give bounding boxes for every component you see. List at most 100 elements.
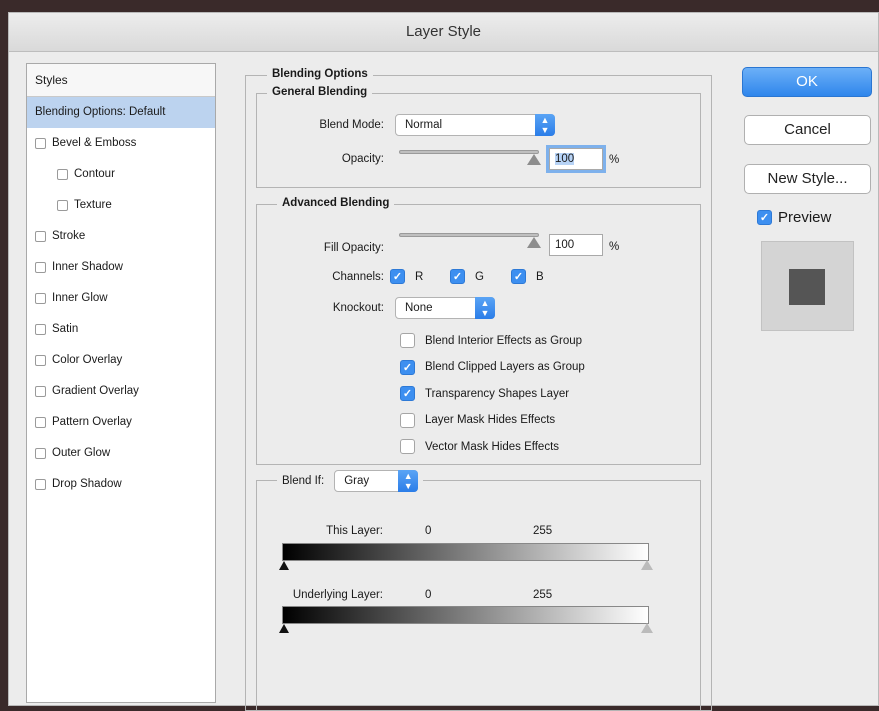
blend-mode-value: Normal (405, 119, 443, 131)
style-checkbox[interactable] (35, 138, 46, 149)
advanced-option[interactable]: ✓ Transparency Shapes Layer (400, 386, 569, 401)
this-layer-gradient (282, 543, 649, 561)
general-blending-group: General Blending Blend Mode: Normal ▲ ▼ O… (256, 86, 701, 188)
preview-swatch (789, 269, 825, 305)
advanced-option-label: Blend Clipped Layers as Group (425, 361, 585, 373)
advanced-option-checkbox[interactable]: ✓ (400, 359, 415, 375)
knockout-value: None (405, 302, 433, 314)
preview-checkbox[interactable]: ✓ (757, 210, 772, 225)
underlying-layer-gradient (282, 606, 649, 624)
channel-b[interactable]: ✓ B (511, 269, 544, 284)
styles-list: Blending Options: Default Bevel & Emboss C… (27, 97, 215, 500)
this-layer-black-slider[interactable] (279, 561, 289, 570)
opacity-label: Opacity: (341, 153, 384, 165)
opacity-unit: % (609, 154, 620, 166)
channel-g-checkbox[interactable]: ✓ (450, 269, 465, 284)
channel-b-checkbox[interactable]: ✓ (511, 269, 526, 284)
layer-style-dialog: Layer Style Styles Blending Options: Def… (8, 12, 879, 711)
style-item[interactable]: Stroke (27, 221, 215, 252)
channels-label: Channels: (332, 271, 384, 283)
style-checkbox[interactable] (35, 448, 46, 459)
style-item[interactable]: Texture (27, 190, 215, 221)
channel-r-checkbox[interactable]: ✓ (390, 269, 405, 284)
general-blending-title: General Blending (267, 86, 373, 98)
blend-if-select[interactable]: Gray ▲ ▼ (334, 470, 419, 492)
style-checkbox[interactable] (35, 417, 46, 428)
advanced-option-checkbox[interactable]: ✓ (400, 386, 415, 401)
advanced-option[interactable]: ✓ Blend Clipped Layers as Group (400, 359, 585, 375)
channel-g[interactable]: ✓ G (450, 269, 484, 284)
style-item-label: Contour (74, 168, 115, 180)
advanced-option[interactable]: Layer Mask Hides Effects (400, 412, 555, 428)
fill-opacity-slider[interactable] (399, 233, 539, 237)
style-checkbox[interactable] (57, 200, 68, 211)
styles-panel: Styles Blending Options: Default Bevel & … (26, 63, 216, 703)
fill-opacity-slider-thumb[interactable] (527, 237, 541, 248)
style-item[interactable]: Gradient Overlay (27, 376, 215, 407)
blending-options-title: Blending Options (267, 68, 373, 80)
underlying-min: 0 (425, 589, 432, 601)
style-item[interactable]: Bevel & Emboss (27, 128, 215, 159)
styles-header[interactable]: Styles (27, 64, 215, 97)
style-item-label: Drop Shadow (52, 478, 122, 490)
style-checkbox[interactable] (35, 231, 46, 242)
style-item[interactable]: Inner Glow (27, 283, 215, 314)
style-item-label: Pattern Overlay (52, 416, 132, 428)
style-item[interactable]: Contour (27, 159, 215, 190)
cancel-button[interactable]: Cancel (744, 115, 871, 145)
style-item-label: Color Overlay (52, 354, 123, 366)
fill-opacity-input[interactable]: 100 (549, 234, 603, 256)
this-layer-white-slider[interactable] (641, 560, 653, 570)
advanced-option[interactable]: Vector Mask Hides Effects (400, 439, 559, 454)
ok-button[interactable]: OK (742, 67, 872, 97)
opacity-input[interactable]: 100 (546, 145, 606, 173)
style-checkbox[interactable] (35, 293, 46, 304)
style-checkbox[interactable] (35, 262, 46, 273)
blend-mode-select[interactable]: Normal ▲ ▼ (395, 114, 555, 136)
underlying-black-slider[interactable] (279, 624, 289, 633)
style-item[interactable]: Pattern Overlay (27, 407, 215, 438)
style-checkbox[interactable] (35, 479, 46, 490)
fill-opacity-unit: % (609, 241, 620, 253)
style-item-label: Blending Options: Default (35, 106, 166, 118)
blend-mode-label: Blend Mode: (319, 119, 384, 131)
style-checkbox[interactable] (35, 386, 46, 397)
underlying-white-slider[interactable] (641, 623, 653, 633)
blend-if-label: Blend If: (282, 475, 325, 487)
advanced-option-checkbox[interactable] (400, 439, 415, 454)
style-item-label: Bevel & Emboss (52, 137, 137, 149)
style-item-label: Outer Glow (52, 447, 111, 459)
style-item[interactable]: Outer Glow (27, 438, 215, 469)
knockout-select[interactable]: None ▲ ▼ (395, 297, 495, 319)
preview-label: Preview (778, 209, 832, 226)
style-checkbox[interactable] (57, 169, 68, 180)
advanced-option-checkbox[interactable] (400, 333, 415, 348)
style-item[interactable]: Satin (27, 314, 215, 345)
preview-toggle[interactable]: ✓ Preview (757, 209, 831, 226)
chevron-updown-icon: ▲ ▼ (398, 470, 419, 492)
new-style-button[interactable]: New Style... (744, 164, 871, 194)
style-item[interactable]: Color Overlay (27, 345, 215, 376)
style-item-label: Texture (74, 199, 112, 211)
advanced-option[interactable]: Blend Interior Effects as Group (400, 333, 582, 348)
underlying-layer-label: Underlying Layer: (292, 589, 383, 601)
channel-r[interactable]: ✓ R (390, 269, 423, 284)
style-checkbox[interactable] (35, 355, 46, 366)
advanced-blending-group: Advanced Blending Fill Opacity: 100 % Ch… (256, 197, 701, 465)
advanced-option-label: Transparency Shapes Layer (425, 387, 570, 400)
style-item-label: Gradient Overlay (52, 385, 139, 397)
advanced-option-label: Blend Interior Effects as Group (425, 334, 583, 347)
fill-opacity-label: Fill Opacity: (323, 242, 384, 254)
style-item[interactable]: Drop Shadow (27, 469, 215, 500)
style-item[interactable]: Inner Shadow (27, 252, 215, 283)
opacity-slider[interactable] (399, 150, 539, 154)
style-item-label: Satin (52, 323, 79, 335)
preview-thumbnail (761, 241, 854, 331)
dialog-title: Layer Style (9, 13, 878, 52)
style-item[interactable]: Blending Options: Default (27, 97, 215, 128)
this-layer-label: This Layer: (326, 525, 383, 537)
style-checkbox[interactable] (35, 324, 46, 335)
opacity-slider-thumb[interactable] (527, 154, 541, 165)
blend-if-title: Blend If: Gray ▲ ▼ (277, 470, 424, 492)
advanced-option-checkbox[interactable] (400, 412, 415, 428)
